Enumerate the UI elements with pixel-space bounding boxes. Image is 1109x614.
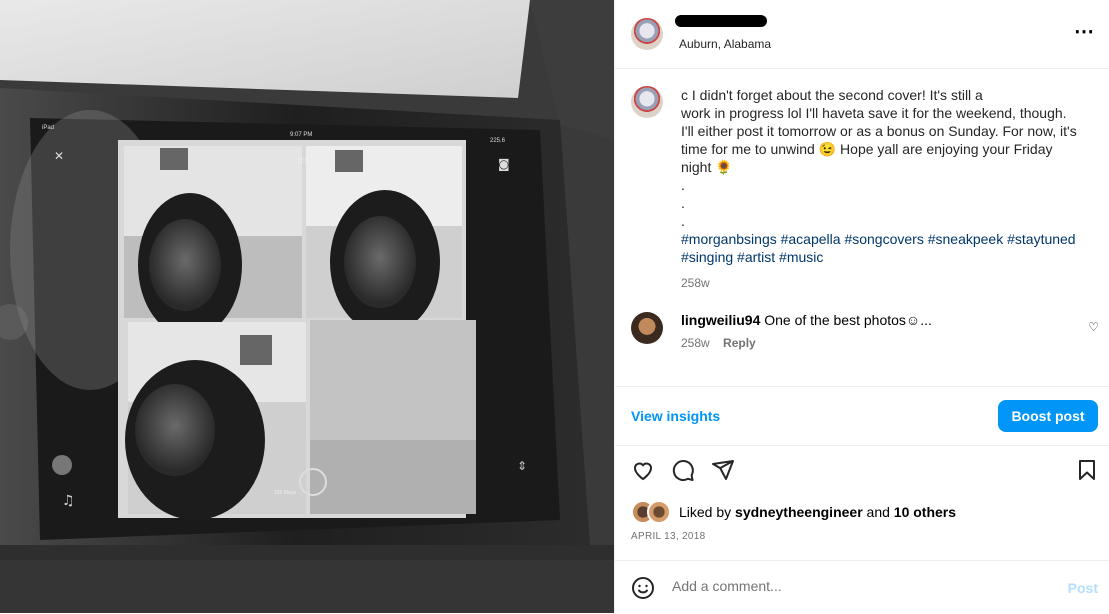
post-header: Auburn, Alabama ⋯	[615, 0, 1109, 69]
mic-label: 125 Maya	[274, 490, 296, 496]
post-location[interactable]: Auburn, Alabama	[679, 37, 771, 51]
reply-button[interactable]: Reply	[723, 336, 756, 350]
ipad-status-left: iPad	[42, 125, 55, 131]
ipad-status-right: 225.6	[490, 138, 506, 144]
svg-text:✕: ✕	[54, 149, 64, 163]
post-comment-button[interactable]: Post	[1068, 580, 1098, 596]
emoji-icon[interactable]	[631, 576, 655, 600]
save-bookmark-icon[interactable]	[1075, 458, 1099, 482]
boost-post-button[interactable]: Boost post	[998, 400, 1098, 432]
photo-image: ✕ ◙ ♫ ⇕	[0, 0, 614, 613]
author-username-redacted[interactable]	[675, 15, 767, 27]
author-avatar[interactable]	[631, 18, 663, 50]
recording-timer: 0:02	[298, 156, 314, 165]
liked-by-prefix: Liked by	[679, 504, 732, 520]
commenter-avatar[interactable]	[631, 312, 663, 344]
caption-line: night 🌻	[681, 159, 733, 175]
post-photo[interactable]: ✕ ◙ ♫ ⇕ iPad 9:07 PM 225.6 0:02 125 Maya	[0, 0, 614, 613]
likes-summary: Liked by sydneytheengineer and 10 others	[631, 500, 956, 524]
comment-text: One of the best photos☺...	[764, 312, 932, 328]
add-comment-bar: Post	[615, 560, 1109, 614]
comment: lingweiliu94 One of the best photos☺... …	[681, 312, 1081, 350]
caption-line: time for me to unwind 😉 Hope yall are en…	[681, 141, 1053, 157]
comment-bubble-icon[interactable]	[671, 458, 695, 482]
liked-by-others[interactable]: 10 others	[894, 504, 956, 520]
hashtags-line[interactable]: #singing #artist #music	[681, 248, 1091, 266]
svg-text:⇕: ⇕	[517, 459, 527, 473]
caption-avatar[interactable]	[631, 86, 663, 118]
caption-time[interactable]: 258w	[681, 274, 1091, 292]
add-comment-input[interactable]	[670, 577, 1014, 595]
like-heart-icon[interactable]	[631, 458, 655, 482]
caption-line: work in progress lol I'll haveta save it…	[681, 105, 1067, 121]
post-date[interactable]: APRIL 13, 2018	[631, 531, 705, 542]
liked-by-user[interactable]: sydneytheengineer	[735, 504, 863, 520]
svg-text:◙: ◙	[498, 157, 510, 171]
comment-like-heart-icon[interactable]: ♡	[1088, 320, 1099, 334]
caption-dot: .	[681, 195, 685, 211]
caption-dot: .	[681, 213, 685, 229]
caption-dot: .	[681, 177, 685, 193]
hashtags-line[interactable]: #morganbsings #acapella #songcovers #sne…	[681, 230, 1091, 248]
more-horizontal-icon[interactable]: ⋯	[1074, 22, 1095, 42]
ipad-status-time: 9:07 PM	[290, 132, 313, 138]
share-send-icon[interactable]	[711, 458, 735, 482]
svg-text:♫: ♫	[62, 493, 75, 509]
post-caption: c I didn't forget about the second cover…	[681, 86, 1091, 292]
commenter-username[interactable]: lingweiliu94	[681, 312, 760, 328]
view-insights-link[interactable]: View insights	[631, 408, 720, 424]
liked-by-and: and	[866, 504, 890, 520]
insights-bar: View insights Boost post	[615, 386, 1109, 446]
post-panel: Auburn, Alabama ⋯ c I didn't forget abou…	[614, 0, 1109, 613]
liker-avatar	[647, 500, 671, 524]
comment-time[interactable]: 258w	[681, 336, 710, 350]
caption-line: c I didn't forget about the second cover…	[681, 87, 983, 103]
caption-line: I'll either post it tomorrow or as a bon…	[681, 123, 1077, 139]
